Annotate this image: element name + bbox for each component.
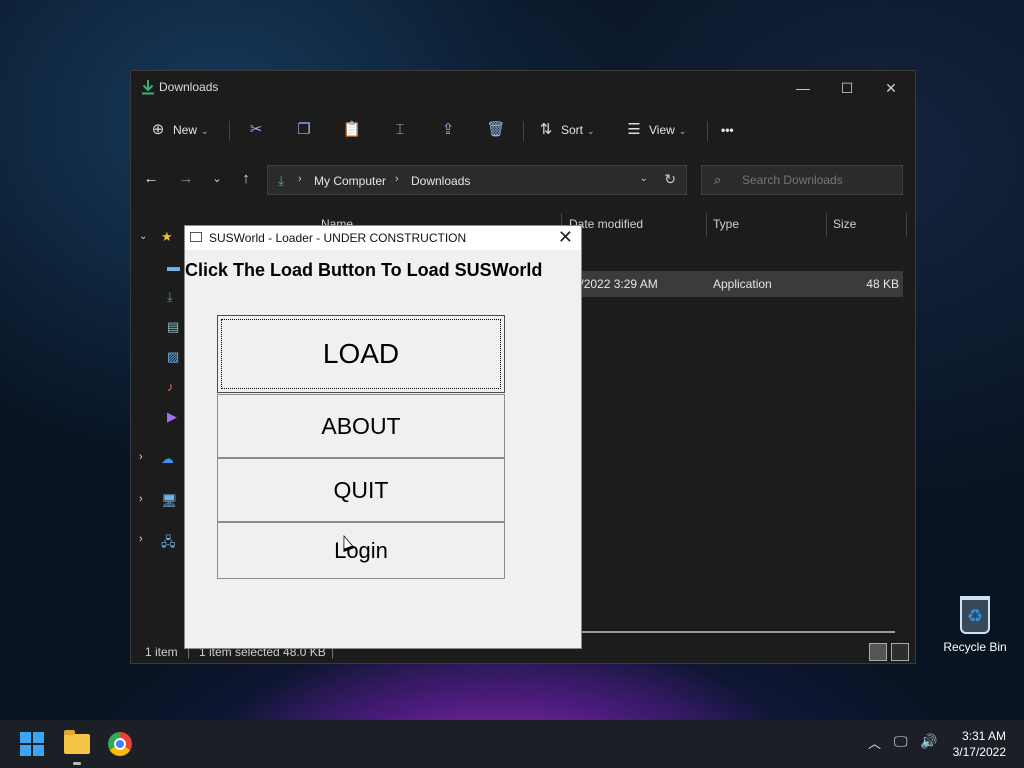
delete-icon[interactable]: 🗑 — [483, 117, 509, 143]
sort-icon: ⇅ — [539, 121, 553, 138]
recent-locations-icon[interactable]: ⌄ — [205, 167, 229, 191]
new-button[interactable]: ⊕ New ⌄ — [149, 117, 209, 143]
clock-time: 3:31 AM — [961, 729, 1006, 743]
dialog-headline: Click The Load Button To Load SUSWorld — [185, 260, 543, 280]
divider — [826, 213, 827, 237]
maximize-button[interactable]: ☐ — [833, 77, 861, 99]
plus-circle-icon: ⊕ — [151, 121, 165, 138]
close-button[interactable]: ✕ — [877, 77, 905, 99]
view-list-icon: ☰ — [627, 121, 641, 138]
column-size[interactable]: Size — [833, 217, 856, 231]
address-bar[interactable]: ⤓ › My Computer › Downloads ⌄ ↻ — [267, 165, 687, 195]
window-title: Downloads — [159, 80, 219, 94]
navigation-bar: ← → ⌄ ↑ ⤓ › My Computer › Downloads ⌄ ↻ … — [131, 163, 915, 197]
chevron-down-icon: ⌄ — [678, 126, 687, 136]
load-button[interactable]: LOAD — [217, 315, 505, 393]
more-options-button[interactable]: ••• — [721, 117, 734, 143]
large-icons-view-icon[interactable] — [891, 643, 909, 661]
chevron-right-icon[interactable]: › — [139, 533, 143, 553]
command-bar: ⊕ New ⌄ ✂ ❐ 📋 ⌶ ⇪ 🗑 ⇅ Sort ⌄ ☰ View ⌄ ••• — [131, 109, 915, 151]
sort-button[interactable]: ⇅ Sort ⌄ — [537, 117, 595, 143]
dialog-titlebar[interactable]: SUSWorld - Loader - UNDER CONSTRUCTION ✕ — [185, 226, 581, 250]
chevron-right-icon: › — [395, 173, 399, 185]
volume-icon[interactable]: 🔊 — [920, 733, 937, 750]
share-icon[interactable]: ⇪ — [435, 117, 461, 143]
search-box[interactable]: ⌕ — [701, 165, 903, 195]
network-icon[interactable]: 🖧 — [161, 533, 176, 553]
minimize-button[interactable]: — — [789, 77, 817, 99]
desktop-icon[interactable]: ▬ — [167, 259, 180, 279]
paste-icon[interactable]: 📋 — [339, 117, 365, 143]
download-icon — [142, 80, 154, 95]
dialog-title: SUSWorld - Loader - UNDER CONSTRUCTION — [209, 231, 467, 245]
login-button[interactable]: Login — [217, 522, 505, 579]
forward-arrow-icon[interactable]: → — [174, 167, 198, 191]
copy-icon[interactable]: ❐ — [291, 117, 317, 143]
chevron-down-icon[interactable]: ⌄ — [139, 231, 147, 251]
divider — [906, 213, 907, 237]
divider — [229, 121, 230, 141]
search-icon: ⌕ — [714, 172, 722, 187]
chevron-down-icon: ⌄ — [201, 126, 209, 136]
close-icon[interactable]: ✕ — [558, 227, 573, 248]
chevron-right-icon[interactable]: › — [139, 451, 143, 471]
taskbar: ︿ 🖵 🔊 3:31 AM 3/17/2022 — [0, 720, 1024, 768]
download-icon[interactable]: ⤓ — [167, 289, 173, 309]
item-count: 1 item — [145, 645, 178, 659]
clock-date: 3/17/2022 — [952, 745, 1006, 759]
table-row[interactable]: 3/17/2022 3:29 AM Application 48 KB — [557, 271, 903, 297]
start-button[interactable] — [20, 732, 44, 756]
about-button[interactable]: ABOUT — [217, 394, 505, 458]
app-window-icon — [190, 232, 202, 242]
file-explorer-taskbar-icon[interactable] — [64, 730, 90, 754]
onedrive-icon[interactable]: ☁ — [161, 451, 174, 471]
cut-icon[interactable]: ✂ — [243, 117, 269, 143]
running-indicator — [73, 762, 81, 765]
documents-icon[interactable]: ▤ — [167, 319, 179, 339]
loader-dialog: SUSWorld - Loader - UNDER CONSTRUCTION ✕… — [184, 225, 582, 649]
recycle-bin-shortcut[interactable]: ♻ Recycle Bin — [940, 596, 1010, 654]
up-arrow-icon[interactable]: ↑ — [234, 167, 258, 191]
recycle-bin-label: Recycle Bin — [943, 640, 1007, 654]
search-input[interactable] — [740, 172, 894, 188]
file-type: Application — [713, 277, 772, 291]
download-icon: ⤓ — [278, 172, 285, 188]
breadcrumb-downloads[interactable]: Downloads — [411, 174, 470, 188]
column-type[interactable]: Type — [713, 217, 739, 231]
network-icon[interactable]: 🖵 — [894, 733, 908, 750]
pictures-icon[interactable]: ▨ — [167, 349, 179, 369]
horizontal-scrollbar[interactable] — [581, 631, 895, 633]
divider — [523, 121, 524, 141]
chevron-right-icon[interactable]: › — [139, 493, 143, 513]
music-icon[interactable]: ♪ — [167, 379, 174, 399]
divider — [706, 213, 707, 237]
system-clock[interactable]: 3:31 AM 3/17/2022 — [953, 728, 1006, 760]
explorer-titlebar[interactable]: Downloads — ☐ ✕ — [131, 71, 915, 103]
view-button[interactable]: ☰ View ⌄ — [625, 117, 686, 143]
this-pc-icon[interactable]: 🖥 — [161, 493, 178, 513]
breadcrumb-my-computer[interactable]: My Computer — [314, 174, 386, 188]
chrome-taskbar-icon[interactable] — [108, 732, 132, 756]
refresh-icon[interactable]: ↻ — [664, 171, 676, 188]
quit-button[interactable]: QUIT — [217, 458, 505, 522]
rename-icon[interactable]: ⌶ — [387, 117, 413, 143]
address-dropdown-icon[interactable]: ⌄ — [640, 173, 648, 184]
videos-icon[interactable]: ▶ — [167, 409, 177, 429]
back-arrow-icon[interactable]: ← — [139, 167, 163, 191]
star-icon[interactable]: ★ — [161, 229, 173, 249]
details-view-icon[interactable] — [869, 643, 887, 661]
divider — [707, 121, 708, 141]
recycle-bin-icon: ♻ — [960, 596, 990, 634]
chevron-right-icon: › — [298, 173, 302, 185]
file-size: 48 KB — [866, 277, 899, 291]
show-hidden-icons-chevron-icon[interactable]: ︿ — [868, 733, 881, 752]
chevron-down-icon: ⌄ — [587, 126, 595, 136]
